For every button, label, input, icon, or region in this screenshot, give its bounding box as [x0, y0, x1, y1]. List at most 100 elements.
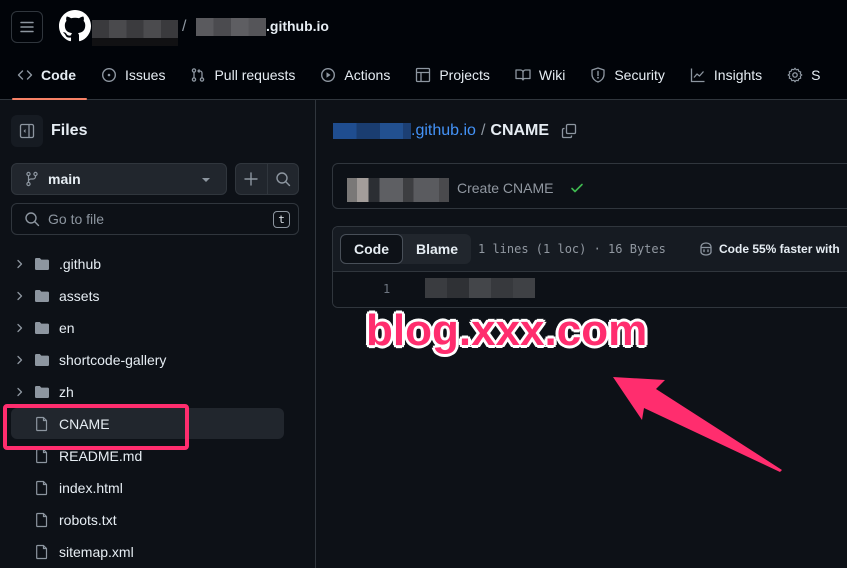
copy-path-button[interactable] — [561, 123, 577, 139]
tree-item-name: zh — [59, 384, 74, 400]
copilot-icon — [700, 242, 712, 256]
repo-nav-tabs: Code Issues Pull requests Actions Projec… — [0, 58, 829, 100]
tab-label: Pull requests — [214, 67, 296, 83]
annotation-label: blog.xxx.com — [366, 306, 648, 355]
breadcrumb-owner-redacted[interactable] — [333, 123, 411, 139]
copilot-text: Code 55% faster with — [719, 242, 840, 256]
go-to-file-field[interactable]: t — [11, 203, 299, 235]
file-viewer: Code Blame 1 lines (1 loc) · 16 Bytes Co… — [332, 226, 847, 308]
file-icon — [36, 448, 48, 464]
file-actions-group — [235, 163, 299, 195]
shield-icon — [591, 67, 605, 83]
tab-actions[interactable]: Actions — [312, 58, 398, 92]
repo-name-redacted[interactable] — [196, 18, 266, 36]
folder-icon-wrap — [34, 352, 50, 371]
tab-issues[interactable]: Issues — [93, 58, 173, 92]
owner-name-redacted[interactable] — [92, 20, 178, 38]
triangle-down-icon — [202, 178, 210, 182]
tree-folder-item[interactable]: en — [0, 312, 316, 344]
add-file-button[interactable] — [236, 164, 267, 194]
code-icon — [17, 70, 33, 80]
tree-file-item[interactable]: robots.txt — [0, 504, 316, 536]
file-icon-wrap — [34, 544, 50, 563]
book-icon — [515, 69, 531, 81]
code-view-button[interactable]: Code — [340, 234, 403, 264]
branch-selector[interactable]: main — [11, 163, 227, 195]
line-number[interactable]: 1 — [383, 282, 390, 296]
commit-message[interactable]: Create CNAME — [457, 180, 553, 196]
folder-icon-wrap — [34, 384, 50, 403]
folder-icon-wrap — [34, 256, 50, 275]
tree-item-name: index.html — [59, 480, 123, 496]
search-icon — [25, 212, 40, 227]
folder-icon — [35, 258, 49, 270]
tab-label: Actions — [344, 67, 391, 83]
tab-wiki[interactable]: Wiki — [507, 58, 573, 92]
annotation-arrow-icon — [613, 377, 782, 472]
tree-item-name: shortcode-gallery — [59, 352, 167, 368]
tab-insights[interactable]: Insights — [682, 58, 770, 92]
tab-label: Code — [41, 67, 76, 83]
commit-author-redacted[interactable] — [347, 178, 449, 202]
graph-icon — [690, 68, 705, 83]
menu-button[interactable] — [11, 11, 43, 43]
tab-pull-requests[interactable]: Pull requests — [182, 58, 303, 92]
github-logo-icon[interactable] — [59, 10, 91, 42]
copy-icon — [561, 123, 577, 139]
tab-label: S — [811, 67, 821, 83]
folder-icon-wrap — [34, 320, 50, 339]
tree-item-name: robots.txt — [59, 512, 117, 528]
sidebar-title: Files — [51, 122, 88, 139]
folder-icon-wrap — [34, 288, 50, 307]
breadcrumb-separator: / — [480, 122, 486, 139]
branch-name: main — [48, 171, 81, 187]
tab-label: Wiki — [538, 67, 566, 83]
tree-folder-item[interactable]: shortcode-gallery — [0, 344, 316, 376]
tab-settings[interactable]: S — [779, 58, 828, 92]
search-code-button[interactable] — [266, 164, 298, 194]
tree-file-item[interactable]: index.html — [0, 472, 316, 504]
chevron-right-icon[interactable] — [15, 323, 25, 333]
repo-header: / .github.io Code Issues Pull requests A… — [0, 0, 847, 100]
check-icon[interactable] — [569, 180, 585, 196]
folder-icon — [35, 386, 49, 398]
folder-icon — [35, 354, 49, 366]
tab-projects[interactable]: Projects — [407, 58, 498, 92]
folder-icon — [35, 290, 49, 302]
copilot-promo[interactable]: Code 55% faster with — [698, 241, 840, 257]
blame-view-button[interactable]: Blame — [403, 234, 471, 264]
plus-icon — [244, 172, 259, 186]
hamburger-icon — [20, 21, 34, 33]
tab-code[interactable]: Code — [9, 58, 87, 100]
go-to-file-input[interactable] — [48, 211, 248, 227]
play-icon — [321, 67, 336, 83]
issue-icon — [101, 67, 117, 83]
path-separator: / — [182, 18, 187, 35]
folder-icon — [35, 322, 49, 334]
tab-label: Issues — [125, 67, 166, 83]
file-icon-wrap — [34, 512, 50, 531]
tree-folder-item[interactable]: .github — [0, 248, 316, 280]
tree-item-name: .github — [59, 256, 102, 272]
collapse-sidebar-button[interactable] — [11, 115, 43, 147]
tree-file-item[interactable]: sitemap.xml — [0, 536, 316, 568]
tab-security[interactable]: Security — [582, 58, 673, 92]
breadcrumb-file-name: CNAME — [490, 122, 550, 139]
chevron-right-icon[interactable] — [15, 355, 25, 365]
file-tree-sidebar: Files main t .github assets en shortcode-ga… — [0, 100, 316, 568]
chevron-right-icon[interactable] — [15, 291, 25, 301]
file-icon — [36, 512, 48, 528]
chevron-right-icon[interactable] — [15, 259, 25, 269]
repo-name-suffix[interactable]: .github.io — [266, 18, 329, 34]
view-mode-toggle: Code Blame — [340, 234, 472, 264]
tree-folder-item[interactable]: assets — [0, 280, 316, 312]
chevron-right-icon[interactable] — [15, 387, 25, 397]
tab-label: Insights — [713, 67, 763, 83]
tree-item-name: README.md — [59, 448, 143, 464]
gear-icon — [787, 67, 803, 83]
file-icon — [36, 480, 48, 496]
breadcrumb-repo-link[interactable]: .github.io — [411, 122, 476, 140]
keyboard-shortcut-hint: t — [273, 211, 290, 228]
tab-label: Security — [614, 67, 665, 83]
owner-name-redacted-shadow — [92, 38, 178, 46]
